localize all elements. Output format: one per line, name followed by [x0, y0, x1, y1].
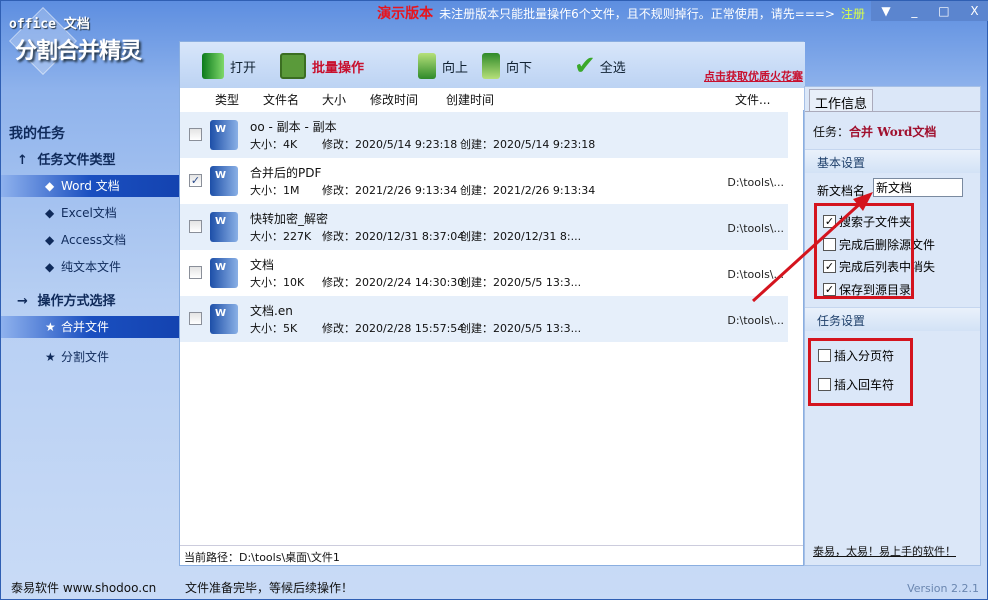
word-file-icon: W — [210, 120, 238, 150]
file-created: 创建：2021/2/26 9:13:34 — [460, 184, 596, 197]
group-file-type[interactable]: ↑ 任务文件类型 — [1, 147, 179, 175]
row-checkbox[interactable] — [189, 312, 202, 325]
file-created: 创建：2020/5/14 9:23:18 — [460, 138, 596, 151]
demo-label: 演示版本 — [377, 6, 434, 22]
file-size: 大小：227K — [250, 230, 312, 243]
task-option-checkbox[interactable]: 插入回车符 — [818, 376, 894, 393]
col-modified[interactable]: 修改时间 — [370, 91, 418, 108]
file-path: D:\tools\... — [727, 314, 784, 327]
col-size[interactable]: 大小 — [322, 91, 346, 108]
menu-button[interactable]: ▼ — [881, 4, 890, 18]
file-name: oo - 副本 - 副本 — [250, 120, 337, 134]
file-modified: 修改：2020/2/28 15:57:54 — [322, 322, 465, 335]
file-created: 创建：2020/5/5 13:3... — [460, 322, 582, 335]
maximize-button[interactable]: □ — [938, 4, 949, 18]
file-modified: 修改：2020/5/14 9:23:18 — [322, 138, 458, 151]
file-size: 大小：4K — [250, 138, 298, 151]
sidebar-item-excel[interactable]: ◆ Excel文档 — [1, 202, 179, 224]
checkbox[interactable] — [818, 378, 831, 391]
diamond-icon: ◆ — [45, 206, 55, 220]
task-info: 任务：合并 Word文档 — [813, 125, 937, 139]
file-size: 大小：1M — [250, 184, 300, 197]
version-label: Version 2.2.1 — [907, 582, 979, 595]
file-modified: 修改：2020/2/24 14:30:30 — [322, 276, 465, 289]
promo-link[interactable]: 点击获取优质火花塞 — [704, 68, 803, 84]
diamond-icon: ◆ — [45, 260, 55, 274]
row-checkbox[interactable]: ✓ — [189, 174, 202, 187]
app-window: 演示版本 未注册版本只能批量操作6个文件，且不规则掉行。正常使用，请先===> 注册… — [0, 0, 988, 600]
company-label: 泰易软件 www.shodoo.cn — [11, 581, 157, 595]
checkmark-icon: ✔ — [574, 51, 596, 81]
row-checkbox[interactable] — [189, 266, 202, 279]
select-all-button[interactable]: ✔ 全选 — [574, 51, 626, 81]
star-icon: ★ — [45, 350, 56, 364]
file-size: 大小：5K — [250, 322, 298, 335]
group-operation[interactable]: → 操作方式选择 — [1, 288, 179, 316]
file-name: 文档 — [250, 258, 275, 272]
arrow-right-icon: → — [17, 294, 28, 309]
slogan-link[interactable]: 泰易，太易！易上手的软件！ — [813, 543, 956, 559]
word-file-icon: W — [210, 304, 238, 334]
word-file-icon: W — [210, 166, 238, 196]
sidebar-item-access[interactable]: ◆ Access文档 — [1, 229, 179, 251]
tab-work-info[interactable]: 工作信息 — [809, 89, 873, 112]
sidebar-item-merge[interactable]: ★ 合并文件 — [1, 316, 179, 338]
file-row[interactable]: W oo - 副本 - 副本 大小：4K 修改：2020/5/14 9:23:18… — [180, 112, 788, 158]
file-modified: 修改：2020/12/31 8:37:04 — [322, 230, 465, 243]
current-path: 当前路径：D:\tools\桌面\文件1 — [180, 545, 803, 565]
diamond-icon: ◆ — [45, 179, 55, 193]
col-name[interactable]: 文件名 — [263, 91, 299, 108]
file-name: 文档.en — [250, 304, 293, 318]
file-size: 大小：10K — [250, 276, 305, 289]
open-icon — [202, 53, 224, 79]
diamond-icon: ◆ — [45, 233, 55, 247]
open-button[interactable]: 打开 — [202, 52, 256, 80]
sidebar: 我的任务 ↑ 任务文件类型 ◆ Word 文档 ◆ Excel文档 ◆ Access文… — [1, 121, 179, 373]
arrow-up-icon: ↑ — [17, 153, 28, 168]
word-file-icon: W — [210, 258, 238, 288]
arrow-down-icon — [482, 53, 500, 79]
row-checkbox[interactable] — [189, 128, 202, 141]
notice-text: 未注册版本只能批量操作6个文件，且不规则掉行。正常使用，请先===> — [439, 7, 835, 21]
file-row[interactable]: W 文档 大小：10K 修改：2020/2/24 14:30:30创建：2020/… — [180, 250, 788, 296]
sidebar-item-word[interactable]: ◆ Word 文档 — [1, 175, 179, 197]
down-button[interactable]: 向下 — [482, 52, 532, 80]
col-path[interactable]: 文件... — [735, 91, 770, 108]
new-name-input[interactable] — [873, 178, 963, 197]
col-created[interactable]: 创建时间 — [446, 91, 494, 108]
status-message: 文件准备完毕，等候后续操作！ — [185, 581, 354, 595]
file-row[interactable]: W 快转加密_解密 大小：227K 修改：2020/12/31 8:37:04创建… — [180, 204, 788, 250]
annotation-arrow — [751, 192, 873, 303]
file-panel: 打开 批量操作 向上 向下 ✔ 全选 点击获取优质火花塞 类型 文件名 大小 修改… — [179, 41, 805, 566]
batch-icon — [280, 53, 306, 79]
checkbox[interactable] — [818, 349, 831, 362]
file-row[interactable]: W 文档.en 大小：5K 修改：2020/2/28 15:57:54创建：202… — [180, 296, 788, 342]
arrow-up-icon — [418, 53, 436, 79]
registration-notice: 演示版本 未注册版本只能批量操作6个文件，且不规则掉行。正常使用，请先===> 注册 — [377, 3, 865, 23]
task-option-checkbox[interactable]: 插入分页符 — [818, 347, 894, 364]
register-link[interactable]: 注册 — [841, 7, 865, 21]
minimize-button[interactable]: _ — [911, 4, 917, 18]
column-header: 类型 文件名 大小 修改时间 创建时间 文件... — [180, 88, 805, 110]
row-checkbox[interactable] — [189, 220, 202, 233]
file-row[interactable]: ✓ W 合并后的PDF 大小：1M 修改：2021/2/26 9:13:34 创建：… — [180, 158, 788, 204]
app-logo: office 文档 分割合并精灵 — [7, 7, 177, 79]
sidebar-item-split[interactable]: ★ 分割文件 — [1, 346, 179, 368]
basic-settings-header: 基本设置 — [805, 149, 980, 173]
file-created: 创建：2020/12/31 8:... — [460, 230, 582, 243]
sidebar-item-text[interactable]: ◆ 纯文本文件 — [1, 256, 179, 278]
close-button[interactable]: X — [970, 4, 978, 18]
up-button[interactable]: 向上 — [418, 52, 468, 80]
toolbar: 打开 批量操作 向上 向下 ✔ 全选 点击获取优质火花塞 — [180, 42, 805, 88]
file-name: 合并后的PDF — [250, 166, 322, 180]
file-created: 创建：2020/5/5 13:3... — [460, 276, 582, 289]
sidebar-title: 我的任务 — [9, 126, 65, 142]
file-name: 快转加密_解密 — [250, 212, 329, 226]
word-file-icon: W — [210, 212, 238, 242]
batch-button[interactable]: 批量操作 — [280, 52, 364, 80]
work-info-panel: 工作信息 任务：合并 Word文档 基本设置 新文档名 ✓搜索子文件夹完成后删除… — [804, 86, 981, 566]
star-icon: ★ — [45, 320, 56, 334]
file-modified: 修改：2021/2/26 9:13:34 — [322, 184, 458, 197]
col-type[interactable]: 类型 — [215, 91, 239, 108]
